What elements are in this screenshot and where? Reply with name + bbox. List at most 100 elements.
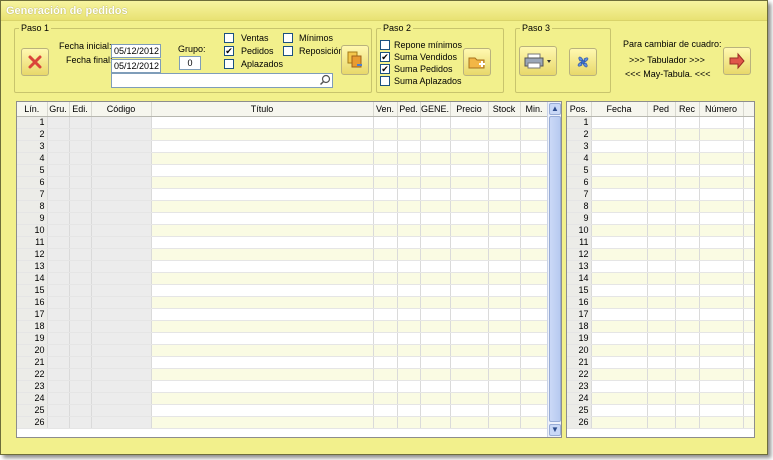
table-cell[interactable] — [47, 128, 70, 141]
table-cell[interactable] — [743, 200, 754, 213]
table-cell[interactable] — [47, 176, 70, 189]
table-cell[interactable] — [69, 188, 92, 201]
table-cell[interactable] — [450, 176, 489, 189]
table-row[interactable]: 10 — [17, 224, 549, 237]
table-cell[interactable] — [675, 260, 700, 273]
table-cell[interactable] — [91, 380, 152, 393]
table-cell[interactable] — [591, 152, 648, 165]
table-cell[interactable] — [450, 416, 489, 429]
table-cell[interactable] — [397, 296, 421, 309]
table-row[interactable]: 11 — [17, 236, 549, 249]
table-row[interactable]: 15 — [17, 284, 549, 297]
table-cell[interactable] — [647, 140, 676, 153]
table-cell[interactable] — [675, 164, 700, 177]
table-cell[interactable] — [69, 260, 92, 273]
table-cell[interactable] — [47, 212, 70, 225]
table-row[interactable]: 5 — [567, 164, 754, 177]
table-cell[interactable] — [675, 236, 700, 249]
table-cell[interactable] — [675, 356, 700, 369]
table-cell[interactable] — [91, 212, 152, 225]
table-cell[interactable] — [450, 260, 489, 273]
table-cell[interactable] — [591, 200, 648, 213]
table-cell[interactable] — [420, 176, 451, 189]
table-row[interactable]: 20 — [567, 344, 754, 357]
table-cell[interactable] — [699, 116, 744, 129]
repone-minimos-checkbox[interactable] — [380, 40, 390, 50]
table-cell[interactable] — [591, 320, 648, 333]
table-cell[interactable] — [675, 416, 700, 429]
table-cell[interactable] — [743, 380, 754, 393]
table-cell[interactable] — [743, 236, 754, 249]
table-cell[interactable] — [91, 260, 152, 273]
table-cell[interactable] — [373, 284, 398, 297]
table-cell[interactable] — [151, 392, 374, 405]
table-cell[interactable] — [675, 344, 700, 357]
table-cell[interactable] — [47, 140, 70, 153]
table-cell[interactable] — [591, 296, 648, 309]
table-cell[interactable] — [397, 308, 421, 321]
table-cell[interactable] — [743, 308, 754, 321]
articles-scrollbar[interactable]: ▲ ▼ — [547, 102, 561, 437]
table-cell[interactable] — [151, 368, 374, 381]
table-cell[interactable] — [91, 296, 152, 309]
table-cell[interactable] — [450, 344, 489, 357]
table-cell[interactable] — [591, 356, 648, 369]
table-cell[interactable] — [151, 320, 374, 333]
table-cell[interactable] — [47, 236, 70, 249]
table-cell[interactable] — [520, 128, 549, 141]
table-cell[interactable] — [647, 296, 676, 309]
table-cell[interactable] — [450, 140, 489, 153]
table-cell[interactable] — [397, 332, 421, 345]
table-cell[interactable] — [520, 416, 549, 429]
table-cell[interactable] — [647, 404, 676, 417]
table-cell[interactable] — [91, 320, 152, 333]
table-cell[interactable] — [520, 152, 549, 165]
table-cell[interactable] — [699, 164, 744, 177]
table-cell[interactable] — [675, 296, 700, 309]
table-cell[interactable] — [591, 140, 648, 153]
table-row[interactable]: 21 — [567, 356, 754, 369]
load-button[interactable] — [341, 45, 369, 75]
table-cell[interactable] — [675, 188, 700, 201]
column-header[interactable]: Ped. — [397, 102, 421, 117]
table-cell[interactable] — [397, 164, 421, 177]
table-cell[interactable] — [373, 392, 398, 405]
table-cell[interactable] — [699, 212, 744, 225]
articles-grid[interactable]: Lín. Gru. Edi. Código Título Ven. Ped. GENE. Pre… — [16, 101, 562, 438]
table-cell[interactable] — [373, 320, 398, 333]
fecha-inicial-input[interactable]: 05/12/2012 — [111, 44, 161, 58]
table-cell[interactable] — [420, 248, 451, 261]
table-cell[interactable] — [420, 308, 451, 321]
reposicion-checkbox[interactable] — [283, 46, 293, 56]
table-cell[interactable] — [91, 272, 152, 285]
table-cell[interactable] — [450, 116, 489, 129]
table-cell[interactable] — [69, 344, 92, 357]
column-header[interactable]: Lín. — [17, 102, 48, 117]
table-cell[interactable] — [69, 332, 92, 345]
table-cell[interactable] — [397, 128, 421, 141]
table-cell[interactable] — [520, 344, 549, 357]
table-cell[interactable] — [675, 332, 700, 345]
table-cell[interactable] — [488, 296, 521, 309]
grupo-input[interactable]: 0 — [179, 56, 201, 70]
table-cell[interactable] — [91, 344, 152, 357]
table-cell[interactable] — [151, 236, 374, 249]
table-cell[interactable] — [91, 224, 152, 237]
column-header[interactable]: Edi. — [69, 102, 92, 117]
table-cell[interactable] — [69, 212, 92, 225]
table-cell[interactable] — [591, 272, 648, 285]
table-cell[interactable] — [743, 416, 754, 429]
table-cell[interactable] — [420, 332, 451, 345]
search-input[interactable] — [111, 73, 333, 88]
table-cell[interactable] — [420, 260, 451, 273]
table-cell[interactable] — [450, 152, 489, 165]
table-cell[interactable] — [420, 392, 451, 405]
table-cell[interactable] — [488, 176, 521, 189]
table-cell[interactable] — [591, 260, 648, 273]
table-cell[interactable] — [397, 416, 421, 429]
table-cell[interactable] — [520, 356, 549, 369]
table-row[interactable]: 14 — [567, 272, 754, 285]
table-cell[interactable] — [47, 308, 70, 321]
table-cell[interactable] — [69, 368, 92, 381]
table-cell[interactable] — [488, 200, 521, 213]
